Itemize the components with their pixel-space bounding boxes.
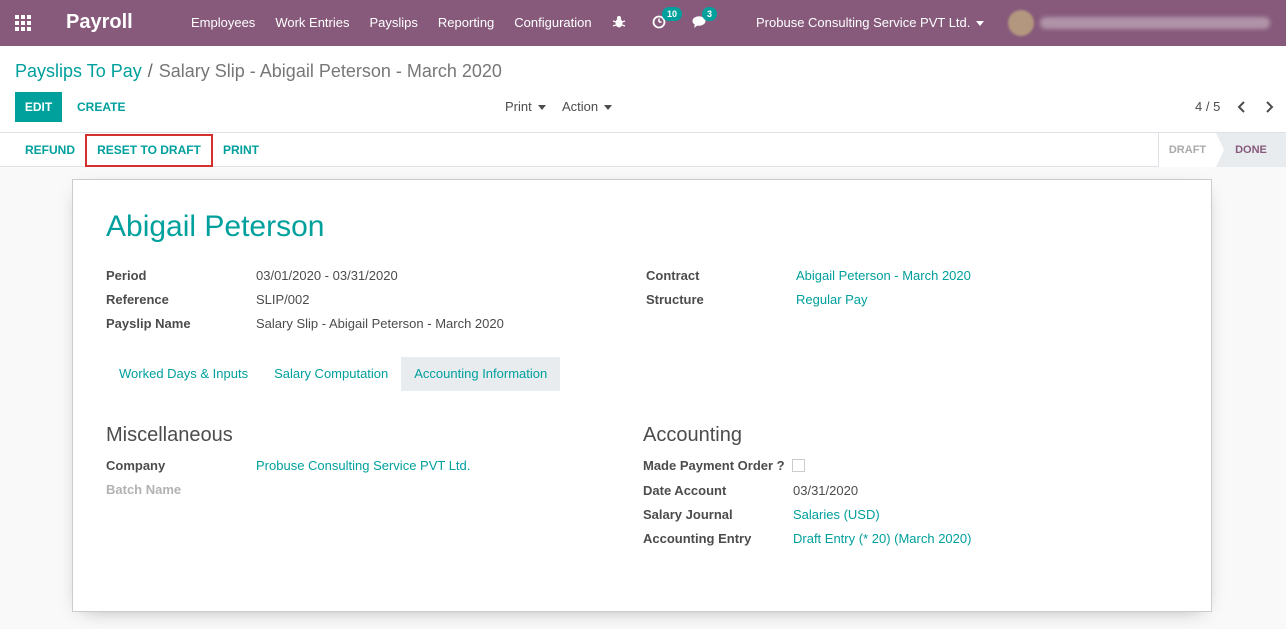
systray: 10 3: [612, 0, 734, 46]
apps-menu-icon[interactable]: [15, 15, 33, 31]
menu-reporting[interactable]: Reporting: [428, 0, 504, 46]
contract-label: Contract: [646, 268, 700, 283]
pager-value[interactable]: 4 / 5: [1195, 92, 1220, 122]
refund-button[interactable]: REFUND: [25, 133, 75, 167]
user-menu[interactable]: [1008, 10, 1278, 36]
tab-accounting-information[interactable]: Accounting Information: [401, 357, 561, 391]
reference-label: Reference: [106, 292, 169, 307]
payslip-name-label: Payslip Name: [106, 316, 191, 331]
action-dropdown-label: Action: [562, 99, 599, 114]
payslip-name-value: Salary Slip - Abigail Peterson - March 2…: [256, 316, 504, 331]
top-navbar: Payroll Employees Work Entries Payslips …: [0, 0, 1286, 46]
print-dropdown-label: Print: [505, 99, 532, 114]
debug-bug-icon[interactable]: [612, 15, 626, 32]
batch-name-label: Batch Name: [106, 482, 182, 497]
accounting-entry-label: Accounting Entry: [643, 531, 752, 546]
period-label: Period: [106, 268, 147, 283]
messages-badge: 3: [702, 6, 718, 21]
contract-link[interactable]: Abigail Peterson - March 2020: [796, 268, 971, 283]
main-menu: Employees Work Entries Payslips Reportin…: [181, 0, 602, 46]
tab-worked-days[interactable]: Worked Days & Inputs: [106, 357, 261, 391]
structure-link[interactable]: Regular Pay: [796, 292, 868, 307]
caret-down-icon: [604, 105, 613, 111]
company-label: Company: [106, 458, 166, 473]
action-dropdown[interactable]: Action: [562, 92, 613, 122]
tab-salary-computation[interactable]: Salary Computation: [261, 357, 401, 391]
company-link[interactable]: Probuse Consulting Service PVT Ltd.: [256, 458, 470, 473]
status-stages: DRAFT DONE: [1158, 133, 1286, 167]
notebook-tabs: Worked Days & Inputs Salary Computation …: [106, 357, 561, 391]
payment-order-label: Made Payment Order ?: [643, 458, 785, 473]
control-panel: Payslips To Pay / Salary Slip - Abigail Pe…: [0, 46, 1286, 133]
activity-clock-icon[interactable]: 10: [652, 6, 683, 32]
reset-to-draft-button[interactable]: RESET TO DRAFT: [85, 134, 213, 167]
payment-order-checkbox[interactable]: [792, 459, 805, 472]
breadcrumb: Payslips To Pay / Salary Slip - Abigail Pe…: [15, 61, 502, 82]
app-title[interactable]: Payroll: [66, 11, 133, 34]
menu-work-entries[interactable]: Work Entries: [265, 0, 359, 46]
caret-down-icon: [537, 105, 546, 111]
breadcrumb-separator: /: [147, 61, 153, 81]
salary-journal-label: Salary Journal: [643, 507, 733, 522]
print-dropdown[interactable]: Print: [505, 92, 546, 122]
company-switcher-label: Probuse Consulting Service PVT Ltd.: [756, 15, 971, 30]
accounting-title: Accounting: [643, 424, 742, 446]
activity-badge: 10: [662, 6, 683, 21]
date-account-value: 03/31/2020: [793, 483, 859, 498]
form-sheet: Abigail Peterson Period 03/01/2020 - 03/…: [72, 179, 1212, 612]
avatar: [1008, 10, 1034, 36]
stage-done[interactable]: DONE: [1216, 133, 1286, 167]
accounting-entry-link[interactable]: Draft Entry (* 20) (March 2020): [793, 531, 971, 546]
form-statusbar: REFUND RESET TO DRAFT PRINT DRAFT DONE: [0, 133, 1286, 167]
print-button[interactable]: PRINT: [222, 133, 260, 167]
pager-next-icon[interactable]: [1262, 100, 1276, 114]
company-switcher[interactable]: Probuse Consulting Service PVT Ltd.: [756, 15, 985, 30]
reference-value: SLIP/002: [256, 292, 310, 307]
create-button[interactable]: CREATE: [77, 92, 125, 122]
user-name-blurred: [1040, 17, 1270, 29]
breadcrumb-current: Salary Slip - Abigail Peterson - March 2…: [158, 61, 502, 81]
menu-employees[interactable]: Employees: [181, 0, 265, 46]
structure-label: Structure: [646, 292, 704, 307]
edit-button[interactable]: EDIT: [15, 92, 62, 122]
menu-configuration[interactable]: Configuration: [504, 0, 601, 46]
miscellaneous-title: Miscellaneous: [106, 424, 233, 446]
menu-payslips[interactable]: Payslips: [359, 0, 427, 46]
period-value: 03/01/2020 - 03/31/2020: [256, 268, 398, 283]
stage-draft[interactable]: DRAFT: [1158, 133, 1224, 167]
messages-chat-icon[interactable]: 3: [692, 6, 718, 32]
pager-previous-icon[interactable]: [1235, 100, 1249, 114]
salary-journal-link[interactable]: Salaries (USD): [793, 507, 880, 522]
caret-down-icon: [976, 21, 985, 27]
employee-name[interactable]: Abigail Peterson: [106, 210, 324, 244]
date-account-label: Date Account: [643, 483, 727, 498]
breadcrumb-parent[interactable]: Payslips To Pay: [15, 61, 142, 81]
